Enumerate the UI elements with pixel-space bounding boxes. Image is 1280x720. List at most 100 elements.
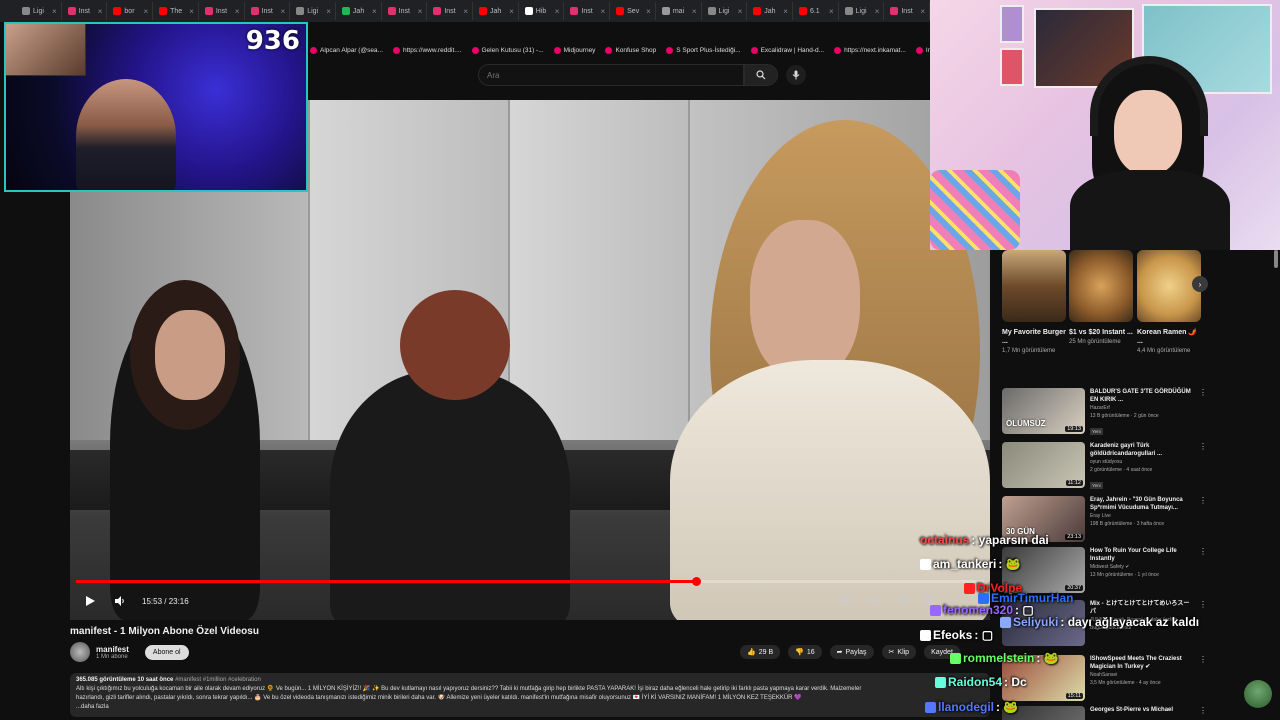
close-tab-icon[interactable]: × (326, 7, 331, 16)
short-thumbnail[interactable] (1069, 250, 1133, 322)
video-channel[interactable]: HazarErf (1090, 404, 1194, 413)
browser-tab[interactable]: Inst × (247, 2, 291, 20)
browser-tab[interactable]: Ligi × (704, 2, 748, 20)
browser-tab[interactable]: Jah × (475, 2, 519, 20)
browser-tab[interactable]: Inst × (64, 2, 108, 20)
bookmark-item[interactable]: Alpcan Alpar (@sea... (310, 46, 383, 54)
close-tab-icon[interactable]: × (463, 7, 468, 16)
chat-badge-icon (920, 630, 931, 642)
bookmark-item[interactable]: Inbox - Zoho (915, 46, 930, 54)
tab-label: Hib (535, 7, 547, 15)
bookmark-item[interactable]: https://next.inkamat... (834, 46, 906, 54)
browser-tab[interactable]: Inst × (384, 2, 428, 20)
search-button[interactable] (744, 64, 778, 86)
close-tab-icon[interactable]: × (738, 7, 743, 16)
browser-tab[interactable]: Jah × (749, 2, 793, 20)
video-channel[interactable]: oyun stüdyosu (1090, 458, 1194, 467)
bookmark-label: Konfuse Shop (615, 46, 657, 54)
browser-tab[interactable]: 6.1 × (795, 2, 839, 20)
short-thumbnail[interactable] (1002, 250, 1066, 322)
close-tab-icon[interactable]: × (555, 7, 560, 16)
description-box[interactable]: 365.085 görüntüleme 10 saat önce #manife… (70, 673, 990, 717)
close-tab-icon[interactable]: × (98, 7, 103, 16)
browser-tab[interactable]: mai × (658, 2, 702, 20)
voice-search-button[interactable] (786, 65, 806, 85)
bookmark-item[interactable]: Midjourney (553, 46, 595, 54)
bookmark-item[interactable]: S Sport Plus-İstediği... (666, 46, 741, 54)
like-button[interactable]: 👍 29 B (740, 645, 781, 659)
browser-tab[interactable]: Sev × (612, 2, 656, 20)
video-title-link[interactable]: Karadeniz gayri Türk göldüdricandaroguIl… (1090, 442, 1194, 458)
browser-tab[interactable]: The × (155, 2, 199, 20)
close-tab-icon[interactable]: × (692, 7, 697, 16)
hashtags[interactable]: #manifest #1million #celebration (175, 677, 261, 683)
close-tab-icon[interactable]: × (920, 7, 925, 16)
browser-tab[interactable]: Ligi × (841, 2, 885, 20)
close-tab-icon[interactable]: × (281, 7, 286, 16)
settings-button[interactable] (894, 592, 910, 608)
channel-name[interactable]: manifest (96, 645, 129, 654)
video-thumbnail[interactable]: ÖLÜMSÜZ 19:13 (1002, 388, 1085, 434)
bookmark-label: https://www.reddit.... (402, 46, 462, 54)
close-tab-icon[interactable]: × (372, 7, 377, 16)
short-title[interactable]: Korean Ramen 🌶️ ... (1137, 328, 1201, 346)
short-item[interactable]: Korean Ramen 🌶️ ... 4,4 Mn görüntüleme (1137, 250, 1201, 356)
close-tab-icon[interactable]: × (600, 7, 605, 16)
close-tab-icon[interactable]: × (189, 7, 194, 16)
bookmark-item[interactable]: Gelen Kutusu (31) -... (471, 46, 544, 54)
autoplay-toggle[interactable] (838, 592, 854, 608)
browser-tab[interactable]: Inst × (886, 2, 930, 20)
browser-tab[interactable]: Ligi × (18, 2, 62, 20)
video-title-link[interactable]: Eray, Jahrein - "30 Gün Boyunca Sp*rmimi… (1090, 496, 1194, 512)
play-button[interactable] (82, 593, 98, 609)
browser-tab[interactable]: bor × (109, 2, 154, 20)
search-input[interactable] (478, 64, 744, 86)
video-thumbnail[interactable]: 11:12 (1002, 442, 1085, 488)
bookmark-item[interactable]: Konfuse Shop (605, 46, 657, 54)
tab-label: mai (672, 7, 685, 15)
channel-avatar[interactable] (70, 642, 90, 662)
page-scrollbar[interactable] (1274, 250, 1278, 268)
browser-tab[interactable]: Inst × (201, 2, 245, 20)
bookmark-item[interactable]: https://www.reddit.... (392, 46, 462, 54)
dislike-button[interactable]: 👎 16 (788, 645, 822, 659)
progress-scrubber[interactable] (691, 577, 701, 586)
bookmark-item[interactable]: Excalidraw | Hand-d... (750, 46, 824, 54)
short-title[interactable]: My Favorite Burger ... (1002, 328, 1066, 346)
video-channel[interactable]: Eray Live (1090, 512, 1194, 521)
browser-tab[interactable]: Inst × (429, 2, 474, 20)
close-tab-icon[interactable]: × (646, 7, 651, 16)
close-tab-icon[interactable]: × (783, 7, 788, 16)
more-options-icon[interactable]: ⋮ (1199, 442, 1207, 492)
clip-button[interactable]: ✂ Klip (881, 645, 917, 659)
close-tab-icon[interactable]: × (52, 7, 57, 16)
short-item[interactable]: $1 vs $20 Instant ... 25 Mn görüntüleme (1069, 250, 1133, 347)
video-title-link[interactable]: BALDUR'S GATE 3'TE GÖRDÜĞÜM EN KIRIK ... (1090, 388, 1194, 404)
chat-text: : dayı ağlayacak az kaldı (1060, 615, 1200, 629)
subtitles-button[interactable] (866, 592, 882, 608)
subscribe-button[interactable]: Abone ol (144, 644, 189, 660)
more-options-icon[interactable]: ⋮ (1199, 388, 1207, 438)
share-button[interactable]: ➦ Paylaş (829, 645, 874, 659)
close-tab-icon[interactable]: × (875, 7, 880, 16)
wall-poster (1000, 5, 1024, 43)
short-title[interactable]: $1 vs $20 Instant ... (1069, 328, 1133, 337)
recommended-video[interactable]: 11:12 Karadeniz gayri Türk göldüdricandar… (1002, 442, 1207, 492)
browser-tab[interactable]: Jah × (338, 2, 382, 20)
short-item[interactable]: My Favorite Burger ... 1,7 Mn görüntülem… (1002, 250, 1066, 356)
shorts-next-button[interactable]: › (1192, 276, 1208, 292)
close-tab-icon[interactable]: × (418, 7, 423, 16)
view-count-and-date: 365.085 görüntüleme 10 saat önce (76, 677, 174, 683)
close-tab-icon[interactable]: × (509, 7, 514, 16)
close-tab-icon[interactable]: × (829, 7, 834, 16)
browser-tab[interactable]: Ligi × (292, 2, 336, 20)
recommended-video[interactable]: ÖLÜMSÜZ 19:13 BALDUR'S GATE 3'TE GÖRDÜĞÜM … (1002, 388, 1207, 438)
close-tab-icon[interactable]: × (143, 7, 148, 16)
show-more-link[interactable]: ...daha fazla (76, 703, 984, 712)
video-title: manifest - 1 Milyon Abone Özel Videosu (70, 626, 259, 637)
volume-button[interactable] (112, 593, 128, 609)
progress-bar[interactable] (76, 577, 984, 586)
browser-tab[interactable]: Inst × (566, 2, 611, 20)
browser-tab[interactable]: Hib × (521, 2, 565, 20)
close-tab-icon[interactable]: × (235, 7, 240, 16)
